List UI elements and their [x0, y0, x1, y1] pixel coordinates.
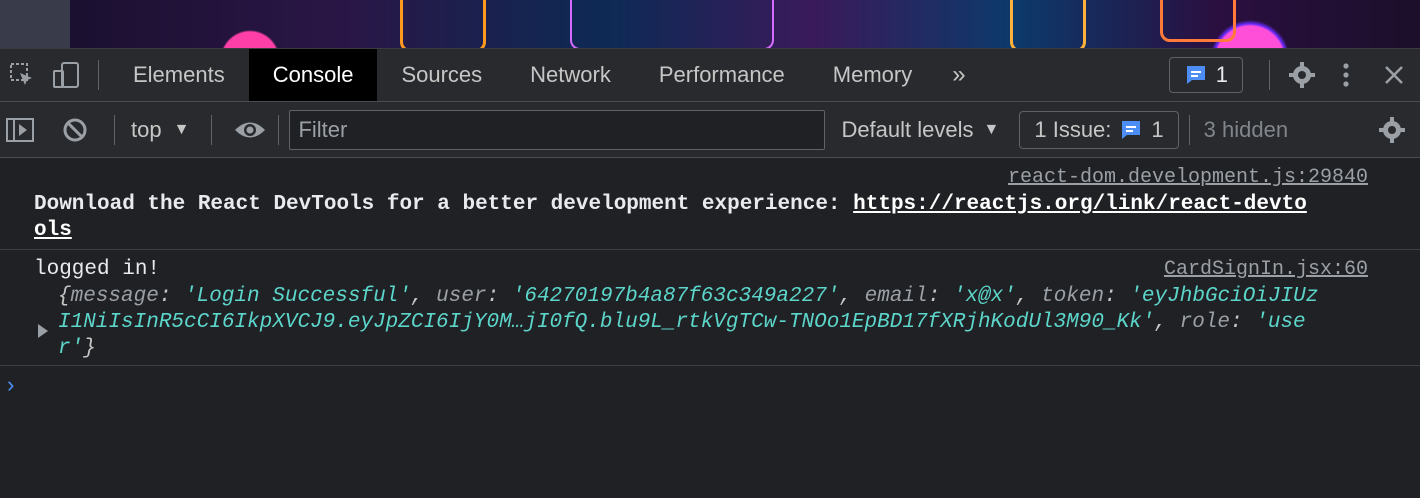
expand-object-triangle-icon[interactable]	[38, 324, 48, 338]
issues-label: 1 Issue:	[1034, 116, 1112, 142]
toolbar-divider	[1269, 60, 1270, 90]
dropdown-triangle-icon: ▼	[983, 120, 1000, 138]
webpage-preview	[0, 0, 1420, 48]
console-toolbar: top ▼ Default levels ▼ 1 Issue: 1 3 hidd…	[0, 102, 1420, 158]
dropdown-triangle-icon: ▼	[173, 120, 190, 138]
filter-input[interactable]	[289, 109, 826, 150]
settings-gear-icon[interactable]	[1280, 49, 1324, 101]
tab-sources[interactable]: Sources	[377, 49, 506, 101]
log-levels-label: Default levels	[841, 116, 974, 142]
toolbar-divider	[1188, 114, 1190, 145]
log-levels-dropdown[interactable]: Default levels ▼	[841, 117, 999, 143]
console-message: react-dom.development.js:29840 Download …	[0, 158, 1420, 250]
webpage-hero-image	[70, 0, 1420, 48]
context-label: top	[131, 116, 162, 142]
message-icon	[1122, 120, 1141, 139]
toolbar-divider	[211, 114, 213, 145]
tab-network[interactable]: Network	[506, 49, 635, 101]
message-line: ols	[34, 218, 72, 244]
webpage-sidebar	[0, 0, 70, 48]
object-preview-line: I1NiIsInR5cCI6IkpXVCJ9.eyJpZCI6IjY0M…jI0…	[58, 311, 1306, 334]
message-source-link[interactable]: CardSignIn.jsx:60	[1164, 258, 1368, 281]
device-toolbar-icon[interactable]	[44, 49, 88, 101]
tab-elements[interactable]: Elements	[109, 49, 249, 101]
devtools-tab-bar: Elements Console Sources Network Perform…	[0, 48, 1420, 102]
object-preview-line: {message: 'Login Successful', user: '642…	[58, 285, 1319, 308]
message-text: Download the React DevTools for a better…	[34, 193, 854, 216]
console-message: CardSignIn.jsx:60 logged in! {message: '…	[0, 250, 1420, 366]
issues-count: 1	[1151, 116, 1164, 142]
message-source-link[interactable]: react-dom.development.js:29840	[1008, 166, 1368, 189]
message-line: Download the React DevTools for a better…	[34, 192, 1307, 218]
close-icon[interactable]	[1368, 49, 1420, 101]
console-prompt-icon[interactable]: ›	[4, 374, 17, 399]
context-selector[interactable]: top ▼	[119, 117, 201, 143]
sidebar-toggle-icon[interactable]	[0, 103, 40, 157]
devtools-link[interactable]: https://reactjs.org/link/react-devto	[853, 193, 1307, 216]
tab-console[interactable]: Console	[248, 49, 378, 101]
inspect-element-icon[interactable]	[0, 49, 44, 101]
toolbar-divider	[98, 60, 99, 90]
issues-counter-button[interactable]: 1	[1168, 57, 1243, 93]
live-expression-eye-icon[interactable]	[222, 103, 278, 157]
tab-memory[interactable]: Memory	[809, 49, 936, 101]
clear-console-icon[interactable]	[40, 103, 110, 157]
message-icon	[1186, 66, 1205, 84]
message-text: logged in!	[34, 258, 161, 281]
hidden-messages-count: 3 hidden	[1203, 116, 1289, 142]
devtools-link-continued[interactable]: ols	[34, 219, 72, 242]
issues-count: 1	[1215, 62, 1228, 87]
more-tabs-button[interactable]: »	[936, 61, 975, 89]
toolbar-divider	[114, 114, 115, 145]
more-options-icon[interactable]	[1324, 49, 1368, 101]
toolbar-divider	[278, 114, 280, 145]
issues-button[interactable]: 1 Issue: 1	[1019, 110, 1179, 149]
tab-performance[interactable]: Performance	[635, 49, 809, 101]
console-settings-gear-icon[interactable]	[1364, 103, 1420, 157]
object-preview-line: r'}	[58, 337, 96, 360]
